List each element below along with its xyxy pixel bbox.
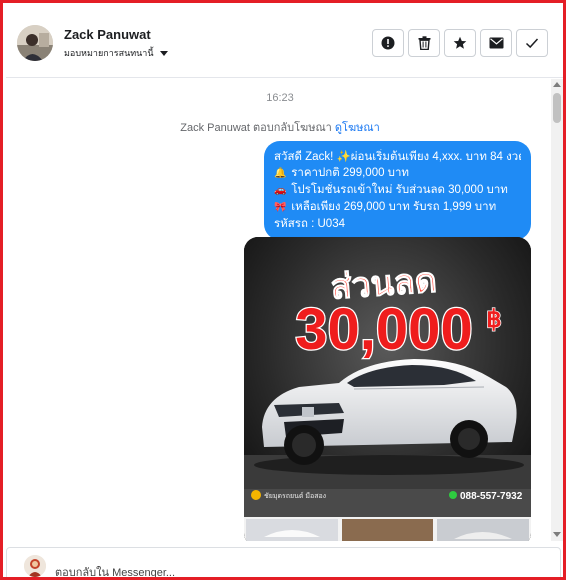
reply-input-placeholder[interactable]: ตอบกลับใน Messenger... (55, 563, 175, 577)
message-line-text: รหัสรถ : U034 (274, 218, 345, 230)
ribbon-icon: 🎀 (274, 202, 287, 213)
page-avatar-image (24, 555, 46, 577)
ad-reply-context: Zack Panuwat ตอบกลับโฆษณา ดูโฆษณา (6, 118, 554, 136)
star-button[interactable] (444, 29, 476, 57)
car-icon: 🚗 (274, 185, 287, 196)
message-line-text: เหลือเพียง 269,000 บาท รับรถ 1,999 บาท (291, 201, 497, 213)
mark-spam-button[interactable] (372, 29, 404, 57)
car-ad-image: ส่วนลด 30,000 ฿ ชัยมุดรถยนต์ มือสอง 088-… (244, 237, 531, 541)
message-line: รหัสรถ : U034 (274, 216, 521, 232)
message-timestamp: 16:23 (266, 92, 294, 104)
bell-icon: 🔔 (274, 168, 287, 179)
ad-discount-amount: 30,000 (295, 297, 472, 362)
message-line-text: สวัสดี Zack! ✨ผ่อนเริ่มต้นเพียง 4,xxx. บ… (274, 151, 521, 163)
star-icon (453, 36, 467, 49)
ad-phone-number: 088-557-7932 (460, 491, 523, 502)
ad-image-attachment[interactable]: ส่วนลด 30,000 ฿ ชัยมุดรถยนต์ มือสอง 088-… (244, 237, 531, 541)
header-actions (372, 29, 548, 57)
message-line: 🚗 โปรโมชั่นรถเข้าใหม่ รับส่วนลด 30,000 บ… (274, 182, 521, 199)
scroll-up-arrow-icon[interactable] (553, 82, 561, 87)
scrollbar-thumb[interactable] (553, 93, 561, 123)
avatar-photo (17, 25, 53, 61)
assign-conversation-dropdown[interactable]: มอบหมายการสนทนานี้ (64, 46, 168, 60)
app-frame: Zack Panuwat มอบหมายการสนทนานี้ 16:23 Za… (0, 0, 566, 580)
thread-scrollbar[interactable] (551, 79, 563, 541)
message-line-text: ราคาปกติ 299,000 บาท (291, 167, 410, 179)
mark-done-button[interactable] (516, 29, 548, 57)
contact-avatar[interactable] (17, 25, 53, 61)
contact-name[interactable]: Zack Panuwat (64, 27, 151, 42)
mark-unread-button[interactable] (480, 29, 512, 57)
alert-icon (381, 36, 395, 50)
delete-button[interactable] (408, 29, 440, 57)
chevron-down-icon (159, 50, 168, 56)
message-line: 🎀 เหลือเพียง 269,000 บาท รับรถ 1,999 บาท (274, 199, 521, 216)
scroll-down-arrow-icon[interactable] (553, 532, 561, 537)
checkmark-icon (525, 38, 539, 49)
message-line: สวัสดี Zack! ✨ผ่อนเริ่มต้นเพียง 4,xxx. บ… (274, 149, 521, 165)
message-line: 🔔 ราคาปกติ 299,000 บาท (274, 165, 521, 182)
view-ad-link[interactable]: ดูโฆษณา (335, 122, 380, 134)
dealer-logo-text: ชัยมุดรถยนต์ มือสอง (264, 492, 326, 500)
ad-currency: ฿ (486, 306, 501, 333)
trash-icon (418, 36, 430, 50)
assign-label: มอบหมายการสนทนานี้ (64, 48, 154, 58)
conversation-header: Zack Panuwat มอบหมายการสนทนานี้ (6, 6, 563, 78)
outgoing-message-bubble[interactable]: สวัสดี Zack! ✨ผ่อนเริ่มต้นเพียง 4,xxx. บ… (264, 141, 531, 240)
ad-reply-text: Zack Panuwat ตอบกลับโฆษณา (180, 122, 332, 134)
page-avatar (24, 555, 46, 577)
reply-composer[interactable]: ตอบกลับใน Messenger... (6, 547, 561, 577)
ad-thumbnail (342, 519, 433, 541)
envelope-icon (489, 37, 503, 49)
message-thread[interactable]: 16:23 Zack Panuwat ตอบกลับโฆษณา ดูโฆษณา … (6, 79, 563, 541)
message-line-text: โปรโมชั่นรถเข้าใหม่ รับส่วนลด 30,000 บาท (291, 184, 508, 196)
